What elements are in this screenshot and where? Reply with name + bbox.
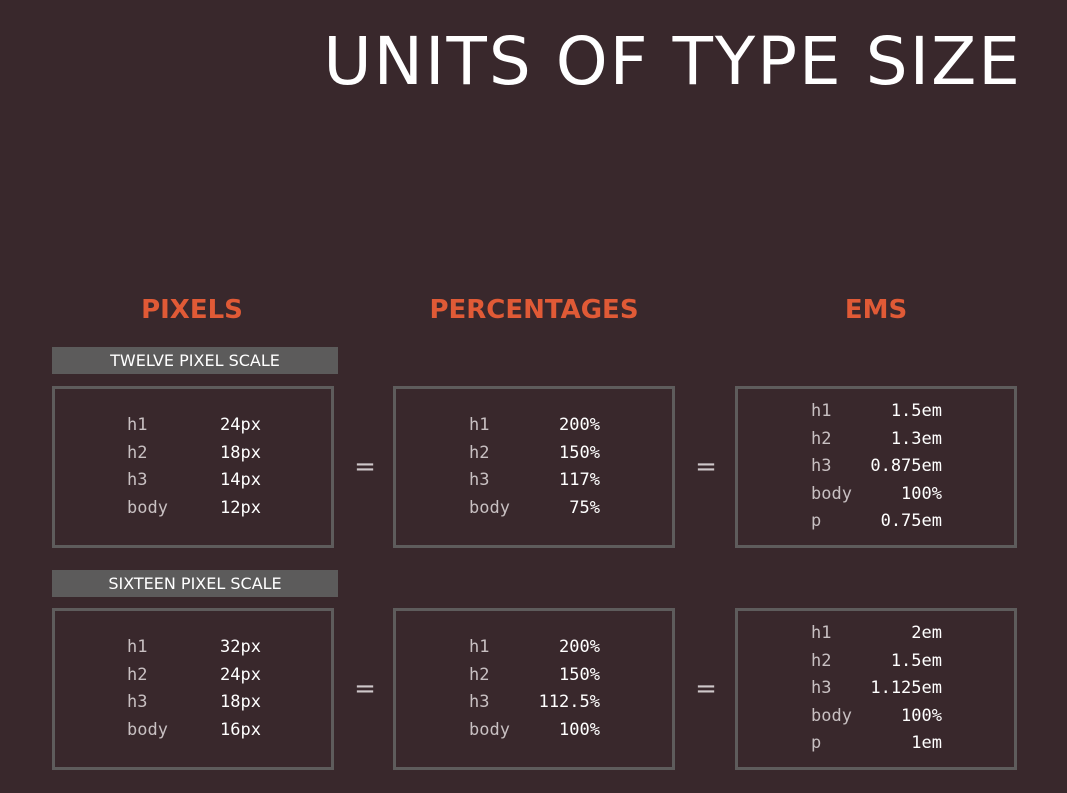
size-value: 100% — [901, 483, 942, 504]
element-name: body — [469, 497, 510, 518]
size-value: 18px — [220, 692, 261, 712]
size-value: 117% — [559, 470, 600, 490]
twelve-percentages-list: h1 200% h2 150% h3 117% body 75% — [396, 389, 672, 545]
size-value: 18px — [220, 442, 261, 463]
pixels-heading: PIXELS — [141, 295, 243, 325]
list-item: h1 200% — [396, 634, 672, 662]
list-item: body 12px — [55, 495, 331, 523]
twelve-percentages-box: h1 200% h2 150% h3 117% body 75% — [393, 386, 675, 548]
size-value: 12px — [220, 497, 261, 518]
list-item: body 100% — [738, 703, 1014, 731]
element-name: h1 — [811, 623, 832, 644]
list-item: h2 150% — [396, 662, 672, 690]
element-name: h2 — [469, 442, 490, 463]
element-name: body — [127, 719, 168, 740]
equals-sign: = — [354, 674, 376, 704]
list-item: h3 1.125em — [738, 675, 1014, 703]
element-name: h1 — [127, 637, 148, 657]
element-name: h1 — [811, 401, 832, 422]
size-value: 100% — [559, 719, 600, 740]
list-item: body 100% — [738, 481, 1014, 509]
list-item: h2 150% — [396, 440, 672, 468]
element-name: h2 — [811, 650, 832, 671]
element-name: p — [811, 511, 822, 532]
twelve-pixels-box: h1 24px h2 18px h3 14px body 12px — [52, 386, 334, 548]
list-item: h1 2em — [738, 620, 1014, 648]
sixteen-percentages-list: h1 200% h2 150% h3 112.5% body 100% — [396, 611, 672, 767]
sixteen-percentages-box: h1 200% h2 150% h3 112.5% body 100% — [393, 608, 675, 770]
element-name: h3 — [127, 692, 148, 712]
list-item: h1 1.5em — [738, 398, 1014, 426]
element-name: h3 — [469, 470, 490, 490]
size-value: 16px — [220, 719, 261, 740]
percentages-heading: PERCENTAGES — [429, 295, 639, 325]
list-item: h2 1.3em — [738, 426, 1014, 454]
size-value: 150% — [559, 664, 600, 685]
list-item: h2 18px — [55, 440, 331, 468]
size-value: 1.5em — [890, 401, 942, 422]
twelve-ems-list: h1 1.5em h2 1.3em h3 0.875em body 100% p 0.75em — [738, 389, 1014, 545]
size-value: 75% — [569, 497, 600, 518]
sixteen-ems-list: h1 2em h2 1.5em h3 1.125em body 100% p 1em — [738, 611, 1014, 767]
element-name: h1 — [469, 637, 490, 657]
list-item: body 16px — [55, 717, 331, 745]
size-value: 1em — [911, 733, 942, 754]
element-name: h3 — [811, 456, 832, 477]
size-value: 150% — [559, 442, 600, 463]
twelve-pixel-scale-label: TWELVE PIXEL SCALE — [52, 347, 338, 374]
size-value: 0.75em — [880, 511, 942, 532]
size-value: 1.5em — [890, 650, 942, 671]
list-item: h3 0.875em — [738, 453, 1014, 481]
twelve-ems-box: h1 1.5em h2 1.3em h3 0.875em body 100% p 0.75em — [735, 386, 1017, 548]
list-item: h3 112.5% — [396, 689, 672, 717]
size-value: 1.125em — [870, 678, 942, 699]
list-item: h2 24px — [55, 662, 331, 690]
size-value: 100% — [901, 705, 942, 726]
size-value: 0.875em — [870, 456, 942, 477]
size-value: 14px — [220, 470, 261, 490]
list-item: h3 117% — [396, 467, 672, 495]
element-name: body — [469, 719, 510, 740]
size-value: 200% — [559, 637, 600, 657]
element-name: h2 — [469, 664, 490, 685]
element-name: p — [811, 733, 822, 754]
size-value: 1.3em — [890, 428, 942, 449]
list-item: p 1em — [738, 730, 1014, 758]
ems-heading: EMS — [844, 295, 908, 325]
list-item: h2 1.5em — [738, 648, 1014, 676]
list-item: h1 32px — [55, 634, 331, 662]
element-name: h3 — [811, 678, 832, 699]
list-item: body 75% — [396, 495, 672, 523]
list-item: p 0.75em — [738, 508, 1014, 536]
list-item: h3 14px — [55, 467, 331, 495]
element-name: h2 — [127, 442, 148, 463]
size-value: 200% — [559, 415, 600, 435]
equals-sign: = — [695, 674, 717, 704]
twelve-pixels-list: h1 24px h2 18px h3 14px body 12px — [55, 389, 331, 545]
size-value: 24px — [220, 415, 261, 435]
element-name: h1 — [127, 415, 148, 435]
list-item: h1 200% — [396, 412, 672, 440]
sixteen-pixel-scale-label: SIXTEEN PIXEL SCALE — [52, 570, 338, 597]
element-name: body — [127, 497, 168, 518]
list-item: h1 24px — [55, 412, 331, 440]
element-name: h2 — [811, 428, 832, 449]
element-name: h1 — [469, 415, 490, 435]
page-title: UNITS OF TYPE SIZE — [323, 23, 1022, 100]
size-value: 112.5% — [538, 692, 600, 712]
list-item: body 100% — [396, 717, 672, 745]
list-item: h3 18px — [55, 689, 331, 717]
equals-sign: = — [354, 452, 376, 482]
element-name: h3 — [127, 470, 148, 490]
sixteen-ems-box: h1 2em h2 1.5em h3 1.125em body 100% p 1em — [735, 608, 1017, 770]
size-value: 2em — [911, 623, 942, 644]
size-value: 32px — [220, 637, 261, 657]
equals-sign: = — [695, 452, 717, 482]
sixteen-pixels-box: h1 32px h2 24px h3 18px body 16px — [52, 608, 334, 770]
size-value: 24px — [220, 664, 261, 685]
sixteen-pixels-list: h1 32px h2 24px h3 18px body 16px — [55, 611, 331, 767]
element-name: h2 — [127, 664, 148, 685]
element-name: h3 — [469, 692, 490, 712]
